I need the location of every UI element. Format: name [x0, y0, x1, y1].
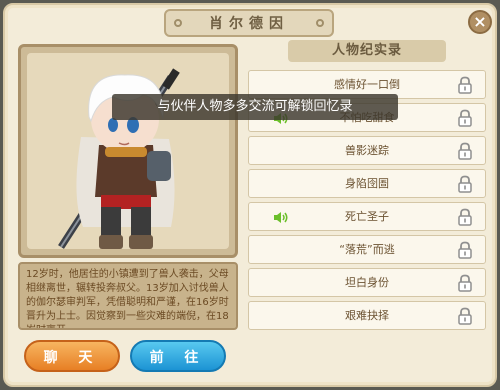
- close-button[interactable]: ×: [468, 10, 492, 34]
- record-row[interactable]: 身陷囹圄: [248, 169, 486, 198]
- record-label: 死亡圣子: [345, 210, 389, 223]
- record-label: 兽影迷踪: [345, 144, 389, 157]
- records-section-header: 人物纪实录: [288, 40, 446, 62]
- character-bio: 12岁时，他居住的小镇遭到了兽人袭击，父母相继离世，辗转投奔叔父。13岁加入讨伐…: [18, 262, 238, 330]
- lock-icon: [458, 208, 472, 226]
- lock-icon: [458, 142, 472, 160]
- record-row[interactable]: 兽影迷踪: [248, 136, 486, 165]
- unlock-hint-toast: 与伙伴人物多多交流可解锁回忆录: [112, 94, 398, 120]
- lock-icon: [458, 109, 472, 127]
- record-label: 坦白身份: [345, 276, 389, 289]
- lock-icon: [458, 307, 472, 325]
- record-row[interactable]: 坦白身份: [248, 268, 486, 297]
- lock-icon: [458, 175, 472, 193]
- record-row[interactable]: 死亡圣子: [248, 202, 486, 231]
- character-name-title: 肖尔德因: [209, 16, 289, 32]
- speaker-icon[interactable]: [273, 211, 289, 224]
- character-illustration: [58, 68, 180, 249]
- title-banner: 肖尔德因: [164, 9, 334, 37]
- record-row[interactable]: 艰难抉择: [248, 301, 486, 330]
- record-row[interactable]: “落荒”而逃: [248, 235, 486, 264]
- record-label: 身陷囹圄: [345, 177, 389, 190]
- lock-icon: [458, 76, 472, 94]
- go-button[interactable]: 前 往: [130, 340, 226, 372]
- character-portrait: [18, 44, 238, 258]
- record-label: 艰难抉择: [345, 309, 389, 322]
- title-decoration-right: [316, 19, 324, 27]
- title-decoration-left: [174, 19, 182, 27]
- lock-icon: [458, 241, 472, 259]
- chat-button[interactable]: 聊 天: [24, 340, 120, 372]
- record-label: “落荒”而逃: [339, 243, 395, 256]
- lock-icon: [458, 274, 472, 292]
